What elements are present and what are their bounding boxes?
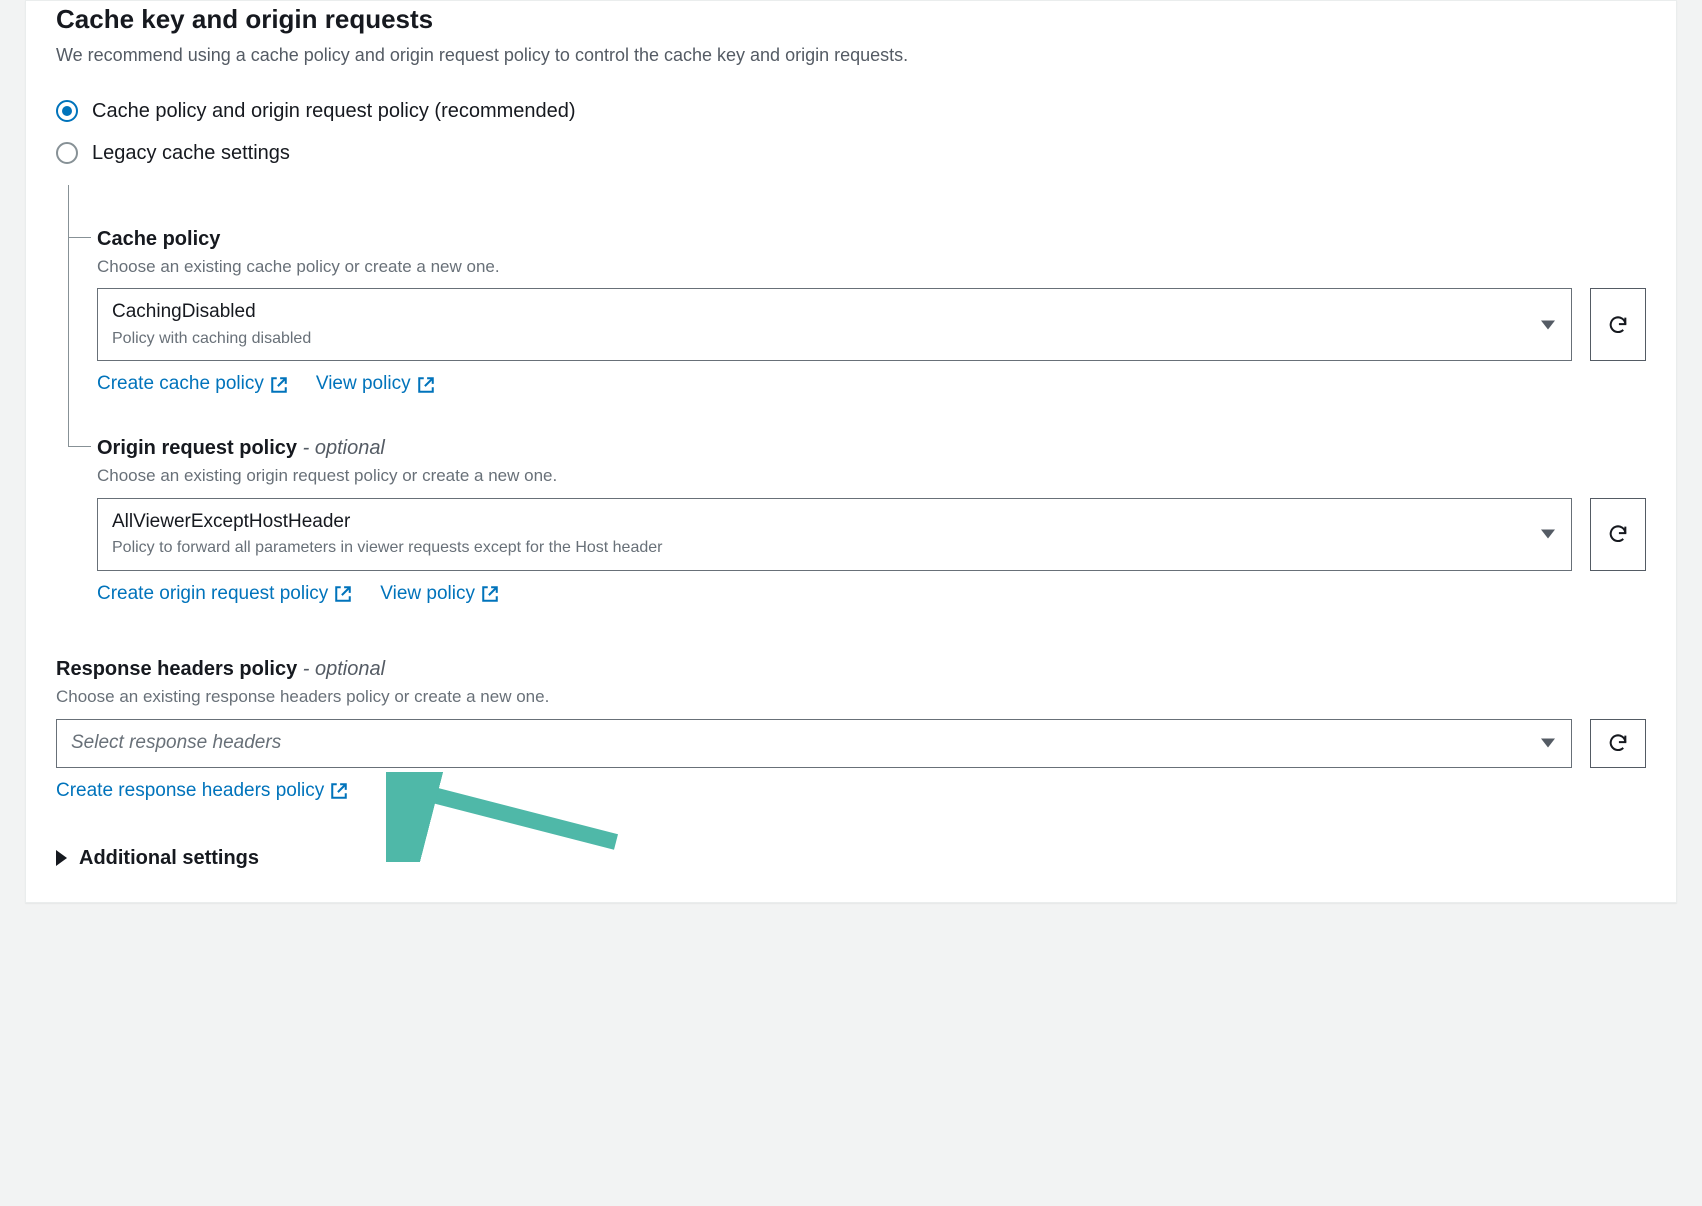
refresh-icon: [1607, 523, 1629, 545]
cache-policy-value-desc: Policy with caching disabled: [112, 328, 1527, 350]
radio-icon: [56, 100, 78, 122]
create-response-headers-policy-link[interactable]: Create response headers policy: [56, 778, 348, 805]
chevron-down-icon: [1541, 320, 1555, 329]
policy-subsection: Cache policy Choose an existing cache po…: [68, 185, 1646, 608]
create-cache-policy-link[interactable]: Create cache policy: [97, 371, 288, 398]
origin-request-policy-label: Origin request policy - optional: [97, 434, 1646, 462]
response-headers-policy-placeholder: Select response headers: [71, 730, 1527, 757]
additional-settings-expander[interactable]: Additional settings: [56, 844, 1646, 872]
chevron-down-icon: [1541, 739, 1555, 748]
origin-request-policy-value-desc: Policy to forward all parameters in view…: [112, 537, 1527, 559]
radio-legacy[interactable]: Legacy cache settings: [56, 139, 1646, 167]
refresh-icon: [1607, 314, 1629, 336]
origin-request-policy-select[interactable]: AllViewerExceptHostHeader Policy to forw…: [97, 498, 1572, 571]
cache-policy-select[interactable]: CachingDisabled Policy with caching disa…: [97, 288, 1572, 361]
radio-legacy-label: Legacy cache settings: [92, 139, 290, 167]
caret-right-icon: [56, 850, 67, 866]
section-description: We recommend using a cache policy and or…: [56, 43, 1646, 68]
view-cache-policy-link[interactable]: View policy: [316, 371, 435, 398]
cache-policy-group: Cache policy Choose an existing cache po…: [97, 225, 1646, 398]
external-link-icon: [334, 585, 352, 603]
response-headers-policy-label: Response headers policy - optional: [56, 655, 1646, 683]
chevron-down-icon: [1541, 530, 1555, 539]
response-headers-policy-select[interactable]: Select response headers: [56, 719, 1572, 768]
origin-request-policy-group: Origin request policy - optional Choose …: [97, 434, 1646, 607]
origin-request-policy-desc: Choose an existing origin request policy…: [97, 464, 1646, 488]
refresh-icon: [1607, 732, 1629, 754]
section-title: Cache key and origin requests: [56, 1, 1646, 37]
external-link-icon: [481, 585, 499, 603]
cache-policy-value: CachingDisabled: [112, 299, 1527, 326]
external-link-icon: [270, 376, 288, 394]
response-headers-policy-desc: Choose an existing response headers poli…: [56, 685, 1646, 709]
cache-policy-refresh-button[interactable]: [1590, 288, 1646, 361]
response-headers-policy-group: Response headers policy - optional Choos…: [56, 655, 1646, 804]
cache-policy-desc: Choose an existing cache policy or creat…: [97, 255, 1646, 279]
external-link-icon: [330, 782, 348, 800]
origin-request-policy-refresh-button[interactable]: [1590, 498, 1646, 571]
radio-recommended-label: Cache policy and origin request policy (…: [92, 97, 576, 125]
origin-request-policy-value: AllViewerExceptHostHeader: [112, 509, 1527, 536]
view-origin-request-policy-link[interactable]: View policy: [380, 581, 499, 608]
additional-settings-label: Additional settings: [79, 844, 259, 872]
cache-policy-label: Cache policy: [97, 225, 1646, 253]
response-headers-policy-refresh-button[interactable]: [1590, 719, 1646, 768]
create-origin-request-policy-link[interactable]: Create origin request policy: [97, 581, 352, 608]
policy-mode-radio-group: Cache policy and origin request policy (…: [56, 97, 1646, 167]
external-link-icon: [417, 376, 435, 394]
radio-recommended[interactable]: Cache policy and origin request policy (…: [56, 97, 1646, 125]
cache-key-panel: Cache key and origin requests We recomme…: [25, 0, 1677, 903]
radio-icon: [56, 142, 78, 164]
